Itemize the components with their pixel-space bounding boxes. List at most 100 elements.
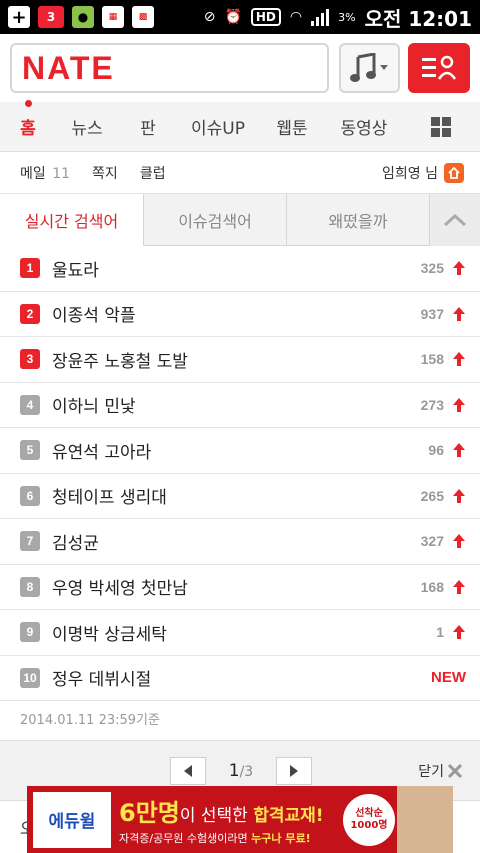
nav-pann[interactable]: 판 xyxy=(118,114,178,139)
mail-label: 메일 xyxy=(20,165,46,182)
android-icon: ● xyxy=(72,6,94,28)
up-arrow-icon xyxy=(453,579,465,594)
status-bar: + 3 ● ▦ ▩ ⊘ ⏰ HD ◠ 3% 오전 12:01 xyxy=(0,0,480,34)
nav-more[interactable] xyxy=(402,116,480,137)
rank-keyword: 정우 데뷔시절 xyxy=(52,670,152,691)
ad-badge-line2: 1000명 xyxy=(350,820,388,831)
ad-subline: 자격증/공무원 수험생이라면 xyxy=(119,832,252,845)
ranking-row[interactable]: 9 이명박 상금세탁 1 xyxy=(0,610,480,656)
header: NATE xyxy=(0,34,480,102)
ranking-row[interactable]: 7 김성균 327 xyxy=(0,519,480,565)
ranking-row[interactable]: 10 정우 데뷔시절 NEW xyxy=(0,656,480,701)
rank-change: 96 xyxy=(428,442,444,459)
club-link[interactable]: 클럽 xyxy=(140,163,166,183)
ad-banner[interactable]: 에듀윌 6만명이 선택한 합격교재! 자격증/공무원 수험생이라면 누구나 무료… xyxy=(27,786,453,853)
rank-number: 7 xyxy=(20,531,40,552)
ad-headline-mid: 이 선택한 xyxy=(179,806,254,826)
ranking-row[interactable]: 2 이종석 악플 937 xyxy=(0,292,480,337)
ranking-timestamp: 2014.01.11 23:59기준 xyxy=(0,701,480,741)
rank-number: 2 xyxy=(20,303,40,324)
prev-page-button[interactable] xyxy=(170,757,206,785)
close-label: 닫기 xyxy=(418,764,444,780)
new-badge: NEW xyxy=(431,669,466,687)
menu-person-icon xyxy=(422,55,457,80)
user-name: 임희영 님 xyxy=(382,165,438,182)
signal-icon xyxy=(311,8,330,26)
rank-number: 5 xyxy=(20,440,40,461)
chevron-down-icon xyxy=(380,65,389,70)
rank-keyword: 김성균 xyxy=(52,533,99,554)
ad-logo: 에듀윌 xyxy=(33,791,111,848)
nate-logo[interactable]: NATE xyxy=(22,50,115,87)
active-dot-icon xyxy=(25,100,32,107)
up-arrow-icon xyxy=(453,534,465,549)
alarm-icon: ⏰ xyxy=(224,9,242,25)
rank-number: 8 xyxy=(20,576,40,597)
rank-change: 937 xyxy=(420,305,444,322)
rank-change: 327 xyxy=(420,533,444,550)
nav-issue-up[interactable]: 이슈UP xyxy=(178,114,258,139)
rank-number: 1 xyxy=(20,258,40,279)
nav-news[interactable]: 뉴스 xyxy=(56,114,118,139)
rank-change: 325 xyxy=(420,260,444,277)
close-button[interactable]: 닫기 xyxy=(418,761,462,781)
rank-change: 273 xyxy=(420,396,444,413)
total-pages: /3 xyxy=(239,764,254,780)
ranking-row[interactable]: 3 장윤주 노홍철 도발 158 xyxy=(0,337,480,383)
ranking-row[interactable]: 8 우영 박세영 첫만남 168 xyxy=(0,565,480,610)
rank-number: 9 xyxy=(20,622,40,643)
rank-change: 1 xyxy=(436,624,444,641)
search-box[interactable]: NATE xyxy=(10,43,329,93)
ad-badge: 선착순 1000명 xyxy=(343,794,395,846)
current-page: 1 xyxy=(228,761,240,781)
next-page-button[interactable] xyxy=(276,757,312,785)
rank-change: 158 xyxy=(420,351,444,368)
up-arrow-icon xyxy=(453,261,465,276)
music-note-icon xyxy=(350,53,377,82)
ranking-row[interactable]: 1 울됴라 325 xyxy=(0,246,480,292)
ranking-list: 1 울됴라 325 2 이종석 악플 937 3 장윤주 노홍철 도발 1 5 8 … xyxy=(0,246,480,701)
user-bar: 메일 11 쪽지 클럽 임희영 님 xyxy=(0,152,480,194)
up-arrow-icon xyxy=(453,397,465,412)
tab-why-trending[interactable]: 왜떴을까 xyxy=(286,194,429,246)
mail-link[interactable]: 메일 11 xyxy=(20,163,70,183)
rank-change: 168 xyxy=(420,578,444,595)
triangle-right-icon xyxy=(290,765,298,777)
menu-button[interactable] xyxy=(408,43,470,93)
nav-home[interactable]: 홈 xyxy=(0,100,56,139)
search-tabs: 실시간 검색어 이슈검색어 왜떴을까 xyxy=(0,194,480,246)
memo-link[interactable]: 쪽지 xyxy=(92,163,118,183)
main-nav: 홈 뉴스 판 이슈UP 웹툰 동영상 xyxy=(0,100,480,152)
rank-number: 4 xyxy=(20,394,40,415)
rank-keyword: 유연석 고아라 xyxy=(52,442,152,463)
collapse-button[interactable] xyxy=(429,194,480,246)
hd-voice-icon: HD xyxy=(250,8,281,26)
close-icon xyxy=(448,764,462,778)
rank-keyword: 청테이프 생리대 xyxy=(52,488,167,509)
tab-realtime[interactable]: 실시간 검색어 xyxy=(0,194,143,246)
ranking-row[interactable]: 6 청테이프 생리대 265 xyxy=(0,474,480,519)
rank-keyword: 이하늬 민낯 xyxy=(52,397,136,418)
triangle-left-icon xyxy=(184,765,192,777)
ad-headline-highlight: 합격교재! xyxy=(253,806,324,826)
user-profile[interactable]: 임희영 님 xyxy=(382,162,464,183)
chevron-up-icon xyxy=(444,214,466,226)
up-arrow-icon xyxy=(453,488,465,503)
ranking-row[interactable]: 4 이하늬 민낯 273 xyxy=(0,383,480,428)
app-notification-icon: ▦ xyxy=(102,6,124,28)
rank-number: 6 xyxy=(20,485,40,506)
ad-badge-line1: 선착순 xyxy=(355,807,383,819)
tab-issue[interactable]: 이슈검색어 xyxy=(143,194,286,246)
rank-keyword: 울됴라 xyxy=(52,260,99,281)
nav-home-label: 홈 xyxy=(20,119,36,139)
battery-percent: 3% xyxy=(338,10,356,24)
ranking-row[interactable]: 5 유연석 고아라 96 xyxy=(0,428,480,474)
up-arrow-icon xyxy=(453,306,465,321)
nav-video[interactable]: 동영상 xyxy=(326,114,402,139)
app-notification-icon-2: ▩ xyxy=(132,6,154,28)
add-notification-icon: + xyxy=(8,6,30,28)
grid-menu-icon xyxy=(431,116,451,137)
music-button[interactable] xyxy=(338,43,401,93)
ad-person-image xyxy=(397,786,453,853)
nav-webtoon[interactable]: 웹툰 xyxy=(258,114,326,139)
